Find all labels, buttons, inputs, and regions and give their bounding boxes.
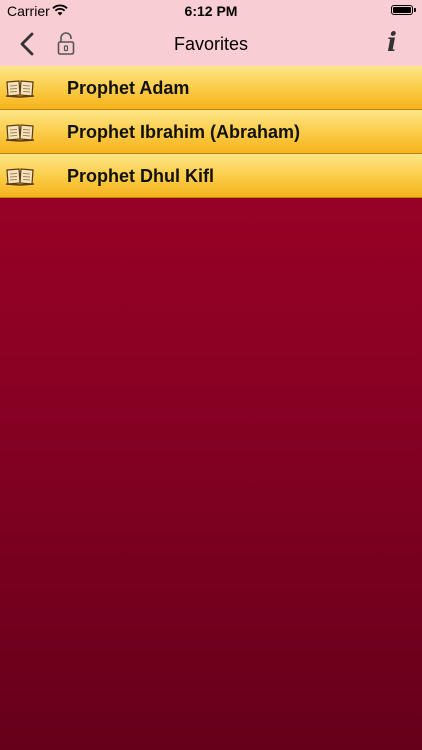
list-item[interactable]: Prophet Ibrahim (Abraham) [0,110,422,154]
list-item-label: Prophet Ibrahim (Abraham) [67,122,301,142]
battery-icon [391,5,416,15]
status-time: 6:12 PM [184,3,238,19]
favorites-content: Prophet Adam Prophet Ibrahim (Abraham) P… [0,66,422,750]
page-title: Favorites [173,34,249,54]
list-item[interactable]: Prophet Adam [0,66,422,110]
book-icon [5,122,35,142]
battery-fill [393,7,411,13]
book-icon [5,78,35,98]
book-icon [5,166,35,186]
list-item[interactable]: Prophet Dhul Kifl [0,154,422,198]
list-item-label: Prophet Adam [67,78,190,98]
favorites-list: Prophet Adam Prophet Ibrahim (Abraham) P… [0,66,422,198]
status-bar: Carrier 6:12 PM [0,0,422,22]
nav-bar: Favorites i [0,22,422,66]
info-button[interactable]: i [382,28,402,58]
list-item-label: Prophet Dhul Kifl [67,166,214,186]
